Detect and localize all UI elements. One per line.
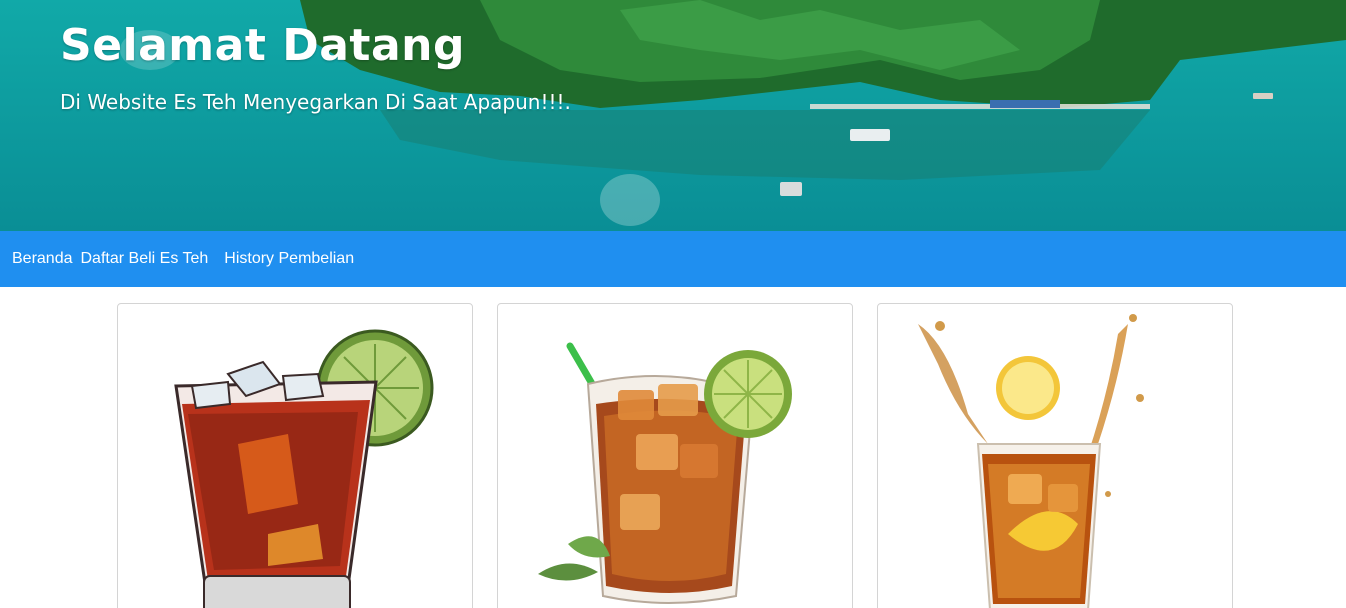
nav-link-beranda[interactable]: Beranda (12, 250, 73, 268)
iced-tea-splash-image (918, 314, 1144, 608)
hero-banner: Selamat Datang Di Website Es Teh Menyega… (0, 0, 1346, 231)
product-card[interactable] (497, 303, 853, 608)
main-navbar: Beranda Daftar Beli Es Teh History Pembe… (0, 231, 1346, 287)
product-card[interactable] (117, 303, 473, 608)
product-card[interactable] (877, 303, 1233, 608)
iced-tea-sketch-image (174, 329, 434, 608)
nav-link-daftar-beli[interactable]: Daftar Beli Es Teh (81, 250, 209, 268)
nav-link-history[interactable]: History Pembelian (224, 250, 354, 268)
page-subtitle: Di Website Es Teh Menyegarkan Di Saat Ap… (60, 90, 571, 114)
iced-tea-lime-image (538, 342, 792, 604)
page-title: Selamat Datang (60, 20, 465, 71)
